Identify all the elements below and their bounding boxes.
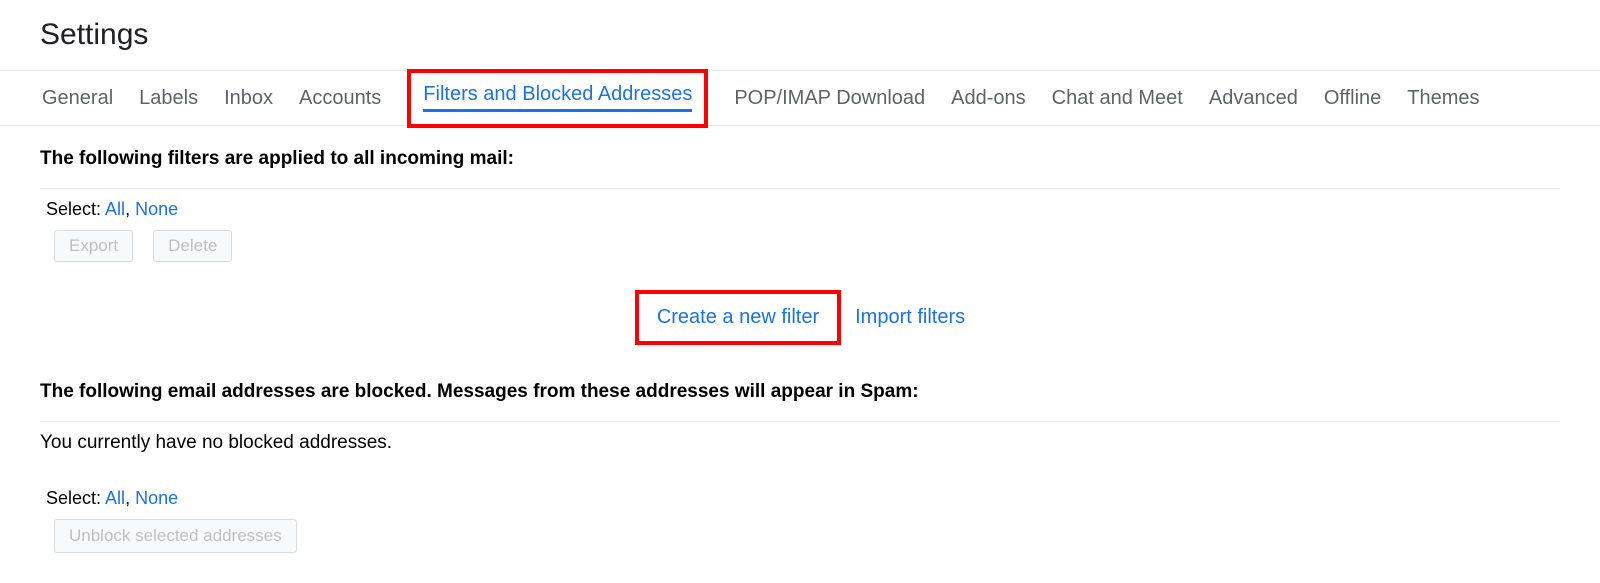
import-filters-link[interactable]: Import filters <box>855 306 965 329</box>
tab-inbox[interactable]: Inbox <box>224 73 273 124</box>
filters-heading: The following filters are applied to all… <box>40 148 1560 170</box>
tab-filters-blocked[interactable]: Filters and Blocked Addresses <box>423 83 692 114</box>
settings-tabs: General Labels Inbox Accounts Filters an… <box>0 71 1600 125</box>
highlight-filters-tab: Filters and Blocked Addresses <box>407 69 708 128</box>
filters-select-label: Select: <box>46 199 101 219</box>
tab-themes[interactable]: Themes <box>1407 73 1479 124</box>
delete-button[interactable]: Delete <box>153 230 232 262</box>
filters-divider <box>40 188 1560 189</box>
filters-select-none[interactable]: None <box>135 199 178 219</box>
tab-popimap[interactable]: POP/IMAP Download <box>734 73 925 124</box>
tab-general[interactable]: General <box>42 73 113 124</box>
blocked-select-sep: , <box>125 488 135 508</box>
tab-chat-meet[interactable]: Chat and Meet <box>1052 73 1183 124</box>
blocked-empty-message: You currently have no blocked addresses. <box>40 432 1560 454</box>
tab-advanced[interactable]: Advanced <box>1209 73 1298 124</box>
tab-labels[interactable]: Labels <box>139 73 198 124</box>
blocked-select-all[interactable]: All <box>105 488 125 508</box>
filters-select-all[interactable]: All <box>105 199 125 219</box>
tab-accounts[interactable]: Accounts <box>299 73 381 124</box>
unblock-button[interactable]: Unblock selected addresses <box>54 519 297 553</box>
highlight-create-filter: Create a new filter <box>635 290 841 345</box>
blocked-heading: The following email addresses are blocke… <box>40 381 1560 403</box>
blocked-divider <box>40 421 1560 422</box>
settings-content: The following filters are applied to all… <box>0 126 1600 583</box>
filters-select-row: Select: All, None <box>46 199 1560 220</box>
filters-button-row: Export Delete <box>54 230 1560 262</box>
export-button[interactable]: Export <box>54 230 133 262</box>
tab-addons[interactable]: Add-ons <box>951 73 1026 124</box>
tab-offline[interactable]: Offline <box>1324 73 1381 124</box>
filters-select-sep: , <box>125 199 135 219</box>
filters-center-links: Create a new filter Import filters <box>40 290 1560 345</box>
page-title: Settings <box>0 0 1600 70</box>
blocked-select-none[interactable]: None <box>135 488 178 508</box>
create-new-filter-link[interactable]: Create a new filter <box>657 306 819 328</box>
blocked-select-label: Select: <box>46 488 101 508</box>
blocked-select-row: Select: All, None <box>46 488 1560 509</box>
